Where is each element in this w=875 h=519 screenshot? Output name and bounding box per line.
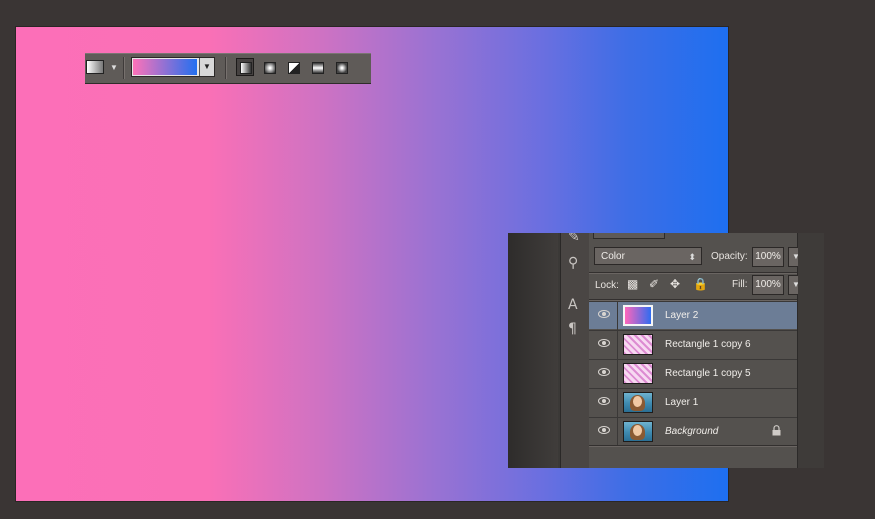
visibility-eye-icon[interactable] <box>598 368 610 376</box>
layer-row[interactable]: Layer 1 <box>589 388 797 417</box>
visibility-eye-icon[interactable] <box>598 397 610 405</box>
lock-label: Lock: <box>595 280 619 291</box>
layer-name[interactable]: Background <box>665 426 718 437</box>
layer-thumbnail <box>623 305 653 326</box>
gradient-picker-swatch[interactable] <box>133 59 197 75</box>
linear-gradient-icon[interactable] <box>236 58 254 76</box>
panel-left-edge <box>508 233 558 468</box>
opacity-field[interactable]: 100% <box>752 247 784 267</box>
tool-strip: ✎ ⚲ A ¶ <box>560 233 590 468</box>
opacity-label: Opacity: <box>711 251 748 262</box>
brush-tool-icon[interactable]: ✎ <box>568 233 580 245</box>
angle-gradient-icon[interactable] <box>284 58 302 76</box>
toolbar-divider <box>225 57 227 79</box>
layer-name[interactable]: Layer 2 <box>665 310 698 321</box>
panel-scrollbar[interactable] <box>798 233 824 468</box>
layer-row[interactable]: Rectangle 1 copy 6 <box>589 330 797 359</box>
panel-divider <box>589 445 797 447</box>
blend-mode-value: Color <box>601 251 625 262</box>
gradient-picker[interactable]: ▼ <box>131 57 215 77</box>
lock-all-icon[interactable]: 🔒 <box>693 277 708 291</box>
layer-name[interactable]: Rectangle 1 copy 6 <box>665 339 751 350</box>
layer-filter-field[interactable] <box>593 233 665 239</box>
fill-label: Fill: <box>732 279 748 290</box>
layer-thumbnail <box>623 363 653 384</box>
layer-thumbnail <box>623 392 653 413</box>
lock-transparent-icon[interactable]: ▩ <box>627 277 638 291</box>
chevron-down-icon[interactable]: ▼ <box>199 58 214 76</box>
updown-arrows-icon: ⬍ <box>688 252 696 262</box>
visibility-eye-icon[interactable] <box>598 426 610 434</box>
layers-panel: Color ⬍ Opacity: 100% ▼ Lock: ▩ ✐ ✥ 🔒 Fi… <box>589 233 804 468</box>
lock-icon <box>772 425 781 436</box>
fill-field[interactable]: 100% <box>752 275 784 295</box>
layer-name[interactable]: Layer 1 <box>665 397 698 408</box>
layer-thumbnail <box>623 334 653 355</box>
panel-divider <box>589 272 797 274</box>
visibility-eye-icon[interactable] <box>598 339 610 347</box>
radial-gradient-icon[interactable] <box>260 58 278 76</box>
lock-paint-icon[interactable]: ✐ <box>649 277 659 291</box>
layer-row[interactable]: Rectangle 1 copy 5 <box>589 359 797 388</box>
paragraph-icon[interactable]: ¶ <box>568 321 577 337</box>
smudge-tool-icon[interactable]: ⚲ <box>568 255 578 271</box>
lock-move-icon[interactable]: ✥ <box>670 277 680 291</box>
visibility-eye-icon[interactable] <box>598 310 610 318</box>
gradient-preset-icon[interactable] <box>86 60 104 74</box>
toolbar-divider <box>123 57 125 79</box>
gradient-options-bar: ▼ ▼ <box>85 53 371 84</box>
reflected-gradient-icon[interactable] <box>308 58 326 76</box>
type-tool-icon[interactable]: A <box>568 297 578 313</box>
layer-row[interactable]: Layer 2 <box>589 301 797 330</box>
layers-panel-window: ✎ ⚲ A ¶ Color ⬍ Opacity: 100% ▼ Lock: ▩ … <box>508 233 824 468</box>
layer-thumbnail <box>623 421 653 442</box>
diamond-gradient-icon[interactable] <box>332 58 350 76</box>
chevron-down-icon[interactable]: ▼ <box>110 63 118 72</box>
blend-mode-select[interactable]: Color ⬍ <box>594 247 702 265</box>
layer-row[interactable]: Background <box>589 417 797 446</box>
layer-name[interactable]: Rectangle 1 copy 5 <box>665 368 751 379</box>
